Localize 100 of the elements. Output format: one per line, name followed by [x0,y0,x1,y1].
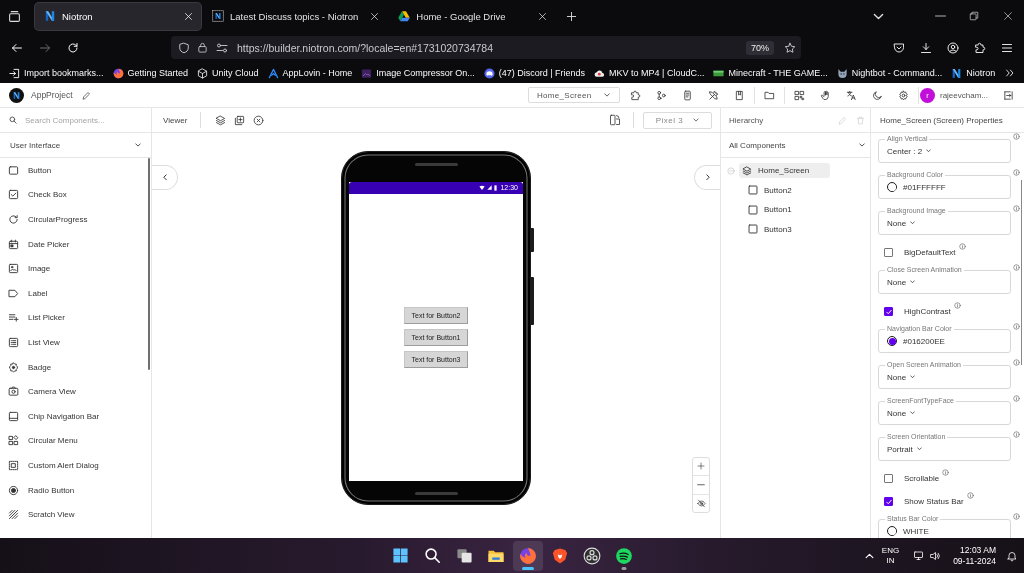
bookmark-link[interactable]: Getting Started [127,68,189,78]
caret-icon [135,143,141,147]
browser-tab[interactable]: Niotron [35,2,201,30]
settings-icon[interactable] [897,89,909,101]
close-circle-icon[interactable] [253,114,265,126]
bookmark-link[interactable]: Nightbot - Command... [851,68,943,78]
nodes-icon[interactable] [655,89,667,101]
zoom-level-button[interactable]: 70% [746,40,774,55]
account-icon[interactable] [947,41,959,54]
document-icon[interactable] [681,89,693,101]
triangle-logo-icon [267,67,279,79]
search-field[interactable]: Search Components... [25,114,137,126]
download-icon[interactable] [920,41,932,54]
flame-globe-icon [519,546,537,565]
add-box-icon[interactable] [234,114,246,126]
bookmark-link[interactable]: Unity Cloud [212,68,259,78]
component-item[interactable]: Circular Menu [0,428,151,454]
tree-item[interactable]: Button3 [745,221,798,237]
info-icon [958,243,966,250]
component-item[interactable]: Check Box [0,182,151,208]
menu-icon[interactable] [1001,41,1013,54]
checkbox-label: Scrollable [904,474,940,483]
sound-waves-logo-icon [615,546,633,565]
bell-icon[interactable] [1006,549,1018,562]
filter-dropdown[interactable]: All Components [721,133,870,158]
folder-icon[interactable] [763,89,775,101]
reload-icon[interactable] [67,41,79,54]
language-label[interactable]: ENG [881,545,900,556]
puzzle-icon[interactable] [974,41,986,54]
component-item[interactable]: List View [0,330,151,355]
sliders-icon[interactable] [216,41,228,54]
back-arrow-icon[interactable] [11,41,23,54]
lock-icon[interactable] [197,42,208,53]
checkbox[interactable] [884,474,893,483]
search-icon [9,116,17,124]
bookmark-link[interactable]: MKV to MP4 | CloudC... [609,68,705,78]
clock-date[interactable]: 09-11-2024 [953,555,996,567]
bookmark-link[interactable]: Image Compressor On... [376,68,475,78]
device-dropdown[interactable]: Pixel 3 [643,111,712,129]
double-chevron-icon[interactable] [1005,68,1015,78]
tools-icon[interactable] [707,89,719,101]
book-icon[interactable] [733,89,745,101]
close-icon[interactable] [370,11,380,21]
qr-code-icon[interactable] [793,89,805,101]
layers-icon[interactable] [215,114,227,126]
bookmark-link[interactable]: Niotron [966,68,996,78]
lion-shield-icon [551,546,569,565]
component-item[interactable]: Chip Navigation Bar [0,403,151,429]
bookmark-link[interactable]: AppLovin - Home [282,68,353,78]
browser-tab[interactable]: Home - Google Drive [389,2,556,30]
stacked-window-icon[interactable] [8,9,21,23]
shield-icon[interactable] [178,41,190,54]
component-item[interactable]: Camera View [0,379,151,404]
logo-icon [44,10,56,22]
tree-item[interactable]: Button1 [745,202,798,217]
component-item[interactable]: Image [0,256,151,281]
component-item[interactable]: Custom Alert Dialog [0,453,151,478]
close-icon[interactable] [1003,11,1013,21]
caret-icon [910,375,916,379]
star-icon[interactable] [784,41,796,54]
component-item[interactable]: CircularProgress [0,207,151,232]
moon-icon[interactable] [871,89,883,101]
bookmark-link[interactable]: Import bookmarks... [24,68,104,78]
hand-icon[interactable] [819,89,831,101]
taskbar-app-button[interactable] [513,540,543,571]
region-label[interactable]: IN [886,555,895,566]
component-item[interactable]: Button [0,158,151,183]
exit-icon[interactable] [1003,89,1014,101]
monitor-icon[interactable] [913,549,926,562]
screen-dropdown[interactable]: Home_Screen [527,87,620,103]
scrollbar-thumb[interactable] [148,158,150,370]
rotate-device-icon[interactable] [609,114,621,126]
pencil-icon[interactable] [81,90,91,100]
bookmark-link[interactable]: (47) Discord | Friends [498,68,586,78]
component-item[interactable]: Date Picker [0,231,151,257]
category-dropdown[interactable]: User Interface [0,133,151,158]
chevron-up-icon[interactable] [864,552,874,559]
bookmark-link[interactable]: Minecraft - THE GAME... [728,68,828,78]
volume-icon[interactable] [929,549,942,562]
component-item[interactable]: List Picker [0,305,151,331]
browser-tab[interactable]: Latest Discuss topics - Niotron [203,2,388,30]
checkbox[interactable] [884,307,893,316]
component-item[interactable]: Badge [0,354,151,380]
chevron-down-icon[interactable] [873,12,884,20]
scrollbar-thumb[interactable] [1020,180,1022,365]
component-item[interactable]: Radio Button [0,477,151,503]
layers-icon [742,165,752,176]
tree-item[interactable]: Button2 [745,182,798,198]
address-bar[interactable]: https://builder.niotron.com/?locale=en#1731020734784 70% [171,36,801,59]
plus-icon[interactable] [566,10,578,22]
component-item[interactable]: Scratch View [0,502,151,527]
tree-item[interactable]: Home_Screen [739,163,830,178]
component-item[interactable]: Label [0,280,151,306]
inbox-chevron-icon[interactable] [893,41,905,54]
restore-icon[interactable] [969,11,979,21]
clock-time[interactable]: 12:03 AM [960,544,996,556]
checkbox[interactable] [884,497,893,506]
translate-icon[interactable] [845,89,857,101]
close-icon[interactable] [538,11,548,21]
checkbox[interactable] [884,248,893,257]
